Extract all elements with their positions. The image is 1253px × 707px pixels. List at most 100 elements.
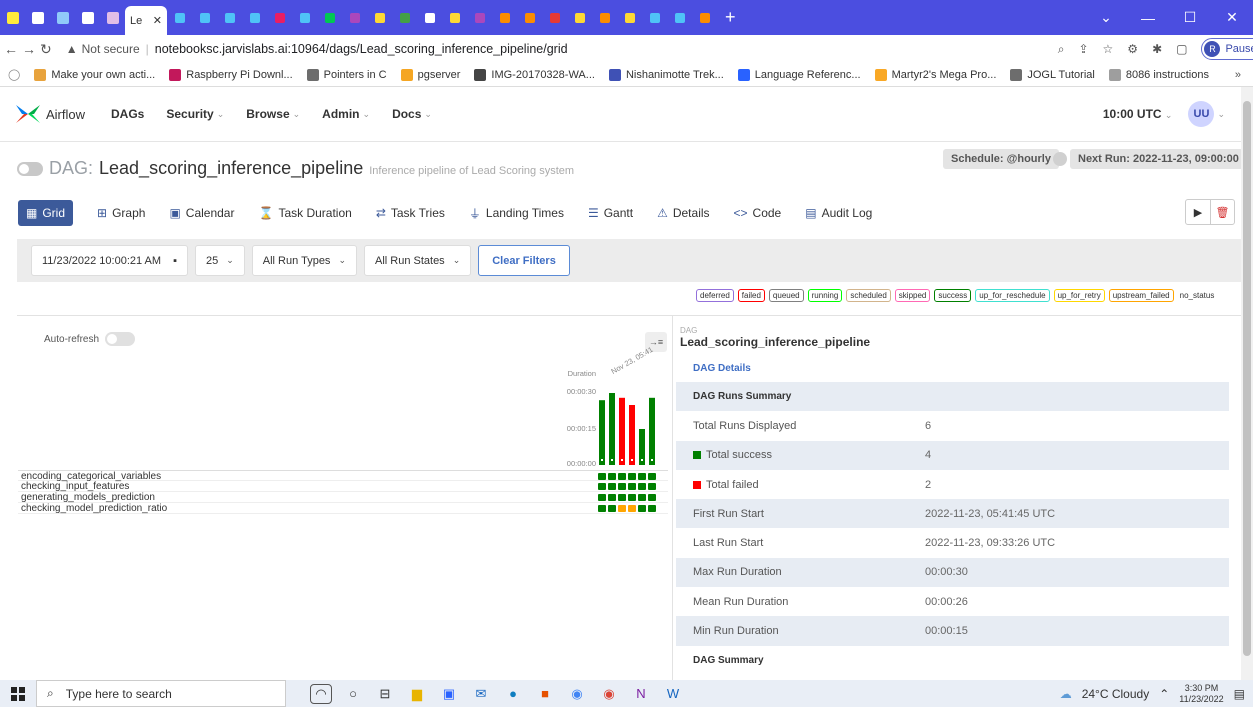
sidebar-icon[interactable]: ▢ [1176, 42, 1187, 56]
task-instance-cell[interactable] [618, 473, 626, 480]
close-icon[interactable]: ✕ [153, 14, 162, 27]
task-instance-cell[interactable] [648, 505, 656, 512]
close-icon[interactable]: ✕ [1211, 9, 1253, 26]
puzzle-icon[interactable]: ✱ [1152, 42, 1162, 56]
browser-tab[interactable] [393, 8, 417, 28]
task-instance-cell[interactable] [638, 505, 646, 512]
legend-deferred[interactable]: deferred [696, 289, 734, 302]
browser-tab[interactable] [168, 8, 192, 28]
task-instance-cell[interactable] [598, 473, 606, 480]
tab-gantt[interactable]: ☰ Gantt [588, 206, 633, 220]
chrome-icon[interactable]: ◉ [566, 684, 588, 704]
taskbar-search[interactable]: ⌕ Type here to search [36, 680, 286, 707]
task-instance-cell[interactable] [628, 473, 636, 480]
browser-tab[interactable] [343, 8, 367, 28]
task-instance-cell[interactable] [618, 483, 626, 490]
task-view-icon[interactable]: ⊟ [374, 684, 396, 704]
browser-tab[interactable] [193, 8, 217, 28]
share-icon[interactable]: ⇪ [1078, 42, 1088, 56]
bookmark-item[interactable]: IMG-20170328-WA... [474, 68, 595, 81]
chevron-down-icon[interactable]: ⌄ [1085, 9, 1127, 26]
browser-tab[interactable] [618, 8, 642, 28]
onenote-icon[interactable]: N [630, 684, 652, 704]
nav-docs[interactable]: Docs ⌄ [392, 107, 432, 121]
apps-icon[interactable]: ◯ [8, 68, 20, 81]
browser-tab[interactable] [418, 8, 442, 28]
notification-icon[interactable]: ▤ [1234, 687, 1245, 701]
legend-no-status[interactable]: no_status [1180, 291, 1215, 300]
bookmarks-more-icon[interactable]: » [1235, 69, 1241, 81]
browser-tab[interactable] [218, 8, 242, 28]
task-instance-cell[interactable] [608, 473, 616, 480]
task-instance-cell[interactable] [648, 494, 656, 501]
task-instance-cell[interactable] [638, 494, 646, 501]
word-icon[interactable]: W [662, 684, 684, 704]
new-tab-icon[interactable]: + [725, 7, 736, 28]
browser-tab-active[interactable]: Le ✕ [125, 6, 167, 35]
browser-tab[interactable] [443, 8, 467, 28]
user-avatar[interactable]: UU [1188, 101, 1215, 127]
cortana-icon[interactable]: ◠ [310, 683, 332, 704]
clear-filters-button[interactable]: Clear Filters [478, 245, 570, 276]
app-icon[interactable]: ■ [534, 684, 556, 704]
bookmark-item[interactable]: JOGL Tutorial [1010, 68, 1095, 81]
task-instance-cell[interactable] [608, 505, 616, 512]
windows-start-icon[interactable] [0, 686, 36, 701]
browser-tab[interactable] [643, 8, 667, 28]
tab-grid[interactable]: ▦ Grid [18, 200, 74, 226]
task-instance-cell[interactable] [598, 483, 606, 490]
url-field[interactable]: ▲ Not secure | notebooksc.jarvislabs.ai:… [58, 36, 1058, 62]
base-date-input[interactable]: 11/23/2022 10:00:21 AM ▪ [31, 245, 188, 276]
run-duration-bar[interactable] [629, 405, 635, 465]
browser-tab[interactable] [368, 8, 392, 28]
dag-pause-toggle[interactable] [17, 161, 43, 176]
nav-security[interactable]: Security ⌄ [166, 107, 224, 121]
task-instance-cell[interactable] [608, 494, 616, 501]
file-explorer-icon[interactable]: ▆ [406, 684, 428, 704]
task-instance-cell[interactable] [628, 483, 636, 490]
tab-task-tries[interactable]: ⇄ Task Tries [376, 206, 445, 220]
browser-tab[interactable] [26, 8, 50, 28]
profile-button[interactable]: R Paused [1201, 38, 1253, 60]
bookmark-item[interactable]: pgserver [400, 68, 460, 81]
legend-skipped[interactable]: skipped [894, 289, 931, 302]
browser-tab[interactable] [668, 8, 692, 28]
legend-running[interactable]: running [807, 289, 843, 302]
extension-icon[interactable]: ⚙ [1127, 42, 1138, 56]
browser-tab[interactable] [593, 8, 617, 28]
chrome-alt-icon[interactable]: ◉ [598, 684, 620, 704]
trigger-dag-button[interactable]: ▶ [1186, 200, 1210, 224]
weather-text[interactable]: 24°C Cloudy [1082, 687, 1150, 701]
browser-tab[interactable] [493, 8, 517, 28]
taskbar-clock[interactable]: 3:30 PM 11/23/2022 [1179, 683, 1223, 705]
task-instance-cell[interactable] [598, 494, 606, 501]
minimize-icon[interactable]: — [1127, 10, 1169, 26]
bookmark-item[interactable]: Raspberry Pi Downl... [169, 68, 293, 81]
tab-task-duration[interactable]: ⌛ Task Duration [258, 206, 351, 220]
browser-tab[interactable] [76, 8, 100, 28]
browser-tab[interactable] [568, 8, 592, 28]
browser-tab[interactable] [51, 8, 75, 28]
airflow-logo[interactable]: Airflow [14, 103, 85, 125]
maximize-icon[interactable]: ☐ [1169, 9, 1211, 26]
edge-icon[interactable]: ● [502, 684, 524, 704]
legend-up_for_retry[interactable]: up_for_retry [1053, 289, 1105, 302]
browser-tab[interactable] [101, 8, 125, 28]
task-instance-cell[interactable] [608, 483, 616, 490]
page-scrollbar[interactable] [1241, 87, 1253, 680]
task-instance-cell[interactable] [618, 505, 626, 512]
nav-browse[interactable]: Browse ⌄ [246, 107, 300, 121]
run-state-select[interactable]: All Run States ⌄ [363, 245, 472, 276]
task-row[interactable]: encoding_categorical_variables [18, 470, 668, 482]
tray-chevron-icon[interactable]: ⌃ [1159, 687, 1169, 701]
zoom-icon[interactable]: ⌕ [1058, 42, 1065, 57]
tab-code[interactable]: <> Code [734, 206, 782, 220]
legend-queued[interactable]: queued [768, 289, 804, 302]
back-icon[interactable]: ← [4, 41, 18, 57]
nav-admin[interactable]: Admin ⌄ [322, 107, 370, 121]
task-row[interactable]: checking_model_prediction_ratio [18, 503, 668, 514]
mail-icon[interactable]: ✉ [470, 684, 492, 704]
task-instance-cell[interactable] [598, 505, 606, 512]
browser-tab[interactable] [293, 8, 317, 28]
delete-dag-button[interactable]: 🗑 [1210, 200, 1234, 224]
